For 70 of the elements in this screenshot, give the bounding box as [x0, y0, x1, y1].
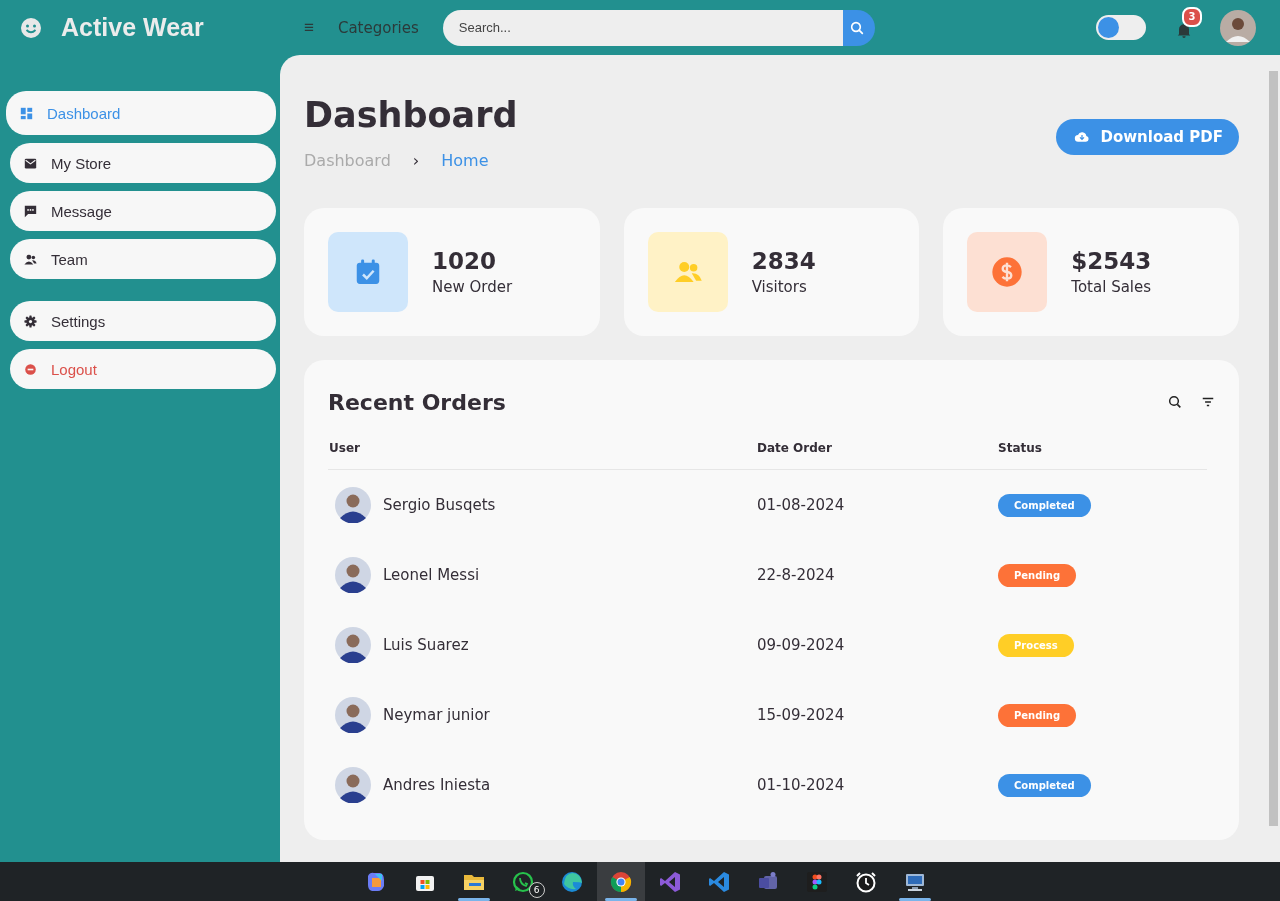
chat-icon [510, 869, 535, 894]
user-name: Sergio Busqets [383, 496, 496, 514]
breadcrumb-link[interactable]: Dashboard [304, 151, 391, 170]
column-header: User [328, 440, 756, 470]
grid-icon [20, 106, 33, 120]
status-badge: Completed [998, 493, 1091, 517]
search-icon [848, 19, 865, 36]
order-date: 01-08-2024 [756, 469, 997, 540]
app-icon [706, 869, 731, 894]
stat-label: Visitors [751, 278, 808, 296]
cloud-download-icon [1074, 129, 1091, 145]
column-header: Date Order [756, 440, 997, 470]
logout-icon [24, 362, 37, 376]
sidebar-item[interactable]: Logout [10, 349, 276, 389]
breadcrumb-link[interactable]: Home [441, 151, 489, 170]
smiley-icon [19, 15, 43, 40]
app-icon [559, 869, 584, 894]
stat-value: $2543 [1071, 248, 1152, 274]
status-badge: Process [998, 633, 1074, 657]
stat-label: Total Sales [1071, 278, 1152, 296]
avatar [335, 697, 371, 733]
dollar-icon [991, 256, 1024, 288]
download-button[interactable]: Download PDF [1056, 119, 1239, 155]
search-field[interactable]: Search... [442, 9, 843, 46]
sidebar-item[interactable]: My Store [10, 143, 276, 183]
order-date: 01-10-2024 [756, 775, 846, 796]
status-badge: Pending [998, 703, 1077, 727]
taskbar-app[interactable] [596, 862, 645, 901]
orders-title: Recent Orders [328, 389, 507, 415]
sidebar-item[interactable]: Dashboard [6, 91, 276, 135]
stat-value: 1020 [432, 248, 497, 274]
app-icon [657, 869, 682, 894]
user-name: Leonel Messi [383, 566, 480, 584]
user-name: Luis Suarez [383, 636, 469, 654]
sidebar-item[interactable]: Settings [10, 301, 276, 341]
sidebar-item[interactable]: Team [10, 239, 276, 279]
sidebar-item[interactable]: Message [10, 191, 276, 231]
stat-value: 2834 [751, 248, 816, 274]
team-icon [24, 252, 37, 266]
app-badge: 6 [528, 882, 545, 898]
column-header: Status [997, 440, 1207, 470]
avatar [335, 627, 371, 663]
settings-icon [24, 314, 37, 328]
search-icon[interactable] [1167, 394, 1183, 410]
stat-label: New Order [432, 278, 513, 296]
order-date: 22-8-2024 [756, 565, 836, 586]
avatar [335, 557, 371, 593]
mail-icon [24, 156, 37, 170]
filter-icon[interactable] [1201, 395, 1215, 409]
app-icon [804, 869, 829, 894]
user-name: Andres Iniesta [383, 776, 491, 794]
avatar[interactable] [1220, 9, 1256, 46]
brand-name: Active Wear [61, 13, 204, 42]
chat-icon [24, 204, 37, 218]
theme-toggle[interactable] [1096, 15, 1146, 40]
order-date: 09-09-2024 [756, 610, 997, 680]
user-name: Neymar junior [383, 706, 490, 724]
notification-badge: 3 [1182, 6, 1202, 27]
avatar [335, 487, 371, 523]
menu-button[interactable]: ≡ [300, 17, 318, 38]
taskbar-app[interactable]: 6 [498, 862, 547, 901]
order-date: 15-09-2024 [756, 705, 846, 726]
search-button[interactable] [842, 9, 875, 46]
categories-link[interactable]: Categories [337, 18, 419, 37]
status-badge: Pending [998, 563, 1077, 587]
avatar [335, 767, 371, 803]
app-icon [608, 869, 633, 894]
page-title: Dashboard [304, 95, 518, 135]
status-badge: Completed [998, 773, 1091, 797]
breadcrumb-separator: › [412, 151, 420, 170]
